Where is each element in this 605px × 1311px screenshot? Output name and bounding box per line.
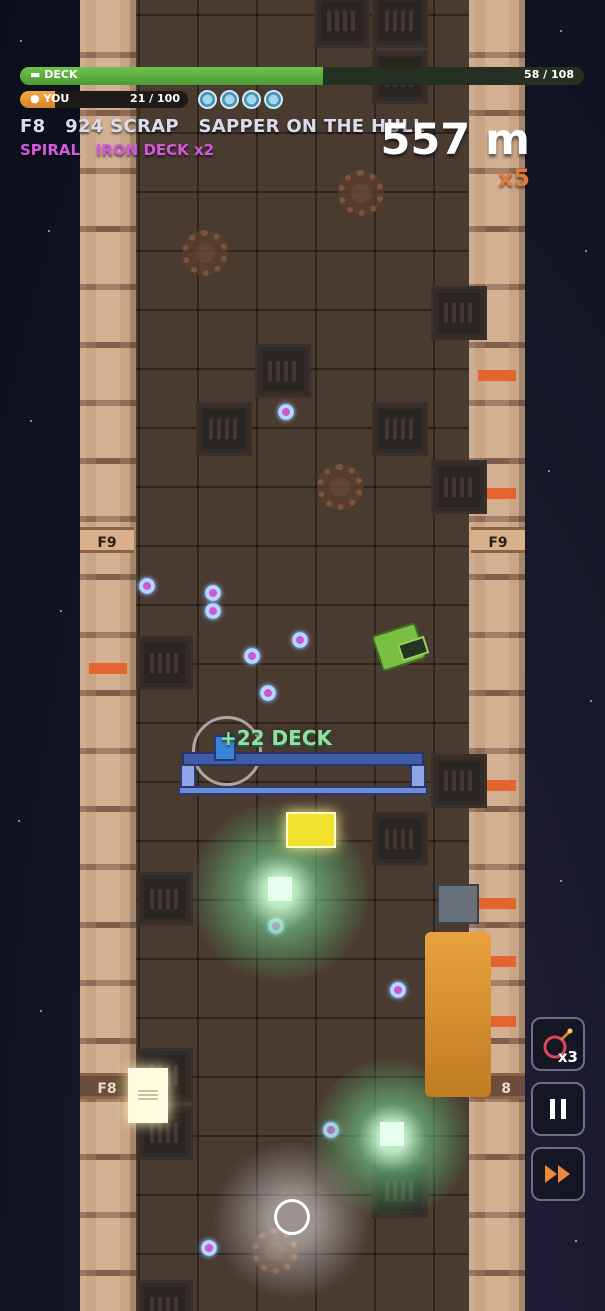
hull-panel	[255, 344, 311, 398]
scrap-orb	[204, 602, 222, 620]
shield-pip-icon	[220, 90, 239, 109]
scrap-orb	[138, 577, 156, 595]
hull-panel	[372, 0, 428, 48]
pause-icon	[550, 1099, 566, 1119]
hull-panel	[137, 872, 193, 926]
distance-readout: 557 m	[380, 115, 530, 165]
score-multiplier: x5	[497, 164, 530, 192]
hull-panel	[372, 812, 428, 866]
shield-pip-icon	[198, 90, 217, 109]
power-cell	[286, 812, 336, 848]
player-health-bar: ● YOU 21 / 100	[20, 91, 188, 108]
shield-pip-icon	[264, 90, 283, 109]
modifier-iron-deck: IRON DECK x2	[95, 141, 215, 159]
you-value: 21 / 100	[130, 92, 180, 105]
target-reticle	[274, 1199, 310, 1235]
bomb-count: x3	[557, 1048, 578, 1066]
shield-pip-icon	[242, 90, 261, 109]
scrap-orb	[277, 403, 295, 421]
gear-icon	[317, 464, 363, 510]
gear-icon	[182, 230, 228, 276]
scrap-orb	[259, 684, 277, 702]
floor-indicator: F8	[20, 116, 46, 137]
energy-core	[268, 877, 292, 901]
scrap-orb	[389, 981, 407, 999]
hull-panel	[431, 460, 487, 514]
bomb-button[interactable]: x3	[531, 1017, 585, 1071]
sapper-enemy	[419, 880, 495, 1100]
rail-marker	[478, 370, 516, 381]
floor-tag-left: F9	[80, 527, 134, 553]
hull-panel	[372, 402, 428, 456]
hull-panel	[431, 754, 487, 808]
deck-icon: ▬	[30, 68, 41, 81]
right-rail	[469, 0, 525, 1311]
scrap-orb	[204, 584, 222, 602]
hull-panel	[314, 0, 370, 48]
energy-core	[380, 1122, 404, 1146]
deck-gain-popup: +22 DECK	[220, 726, 332, 750]
hull-panel	[196, 402, 252, 456]
fast-forward-icon	[545, 1165, 570, 1183]
scrap-orb	[291, 631, 309, 649]
modifier-spiral: SPIRAL	[20, 141, 81, 159]
hull-panel	[137, 636, 193, 690]
deck-label: ▬ DECK	[30, 68, 78, 81]
you-label: ● YOU	[30, 92, 70, 105]
pause-button[interactable]	[531, 1082, 585, 1136]
hull-panel	[431, 286, 487, 340]
run-status-line: F8 924 SCRAP SAPPER ON THE HULL	[20, 116, 425, 137]
modifiers-line: SPIRAL IRON DECK x2	[20, 141, 214, 159]
hull-panel	[137, 1280, 193, 1311]
deck-value: 58 / 108	[524, 68, 574, 81]
scrap-counter: 924 SCRAP	[65, 116, 179, 137]
scrap-orb	[243, 647, 261, 665]
rail-marker	[89, 663, 127, 674]
gear-icon	[338, 170, 384, 216]
person-icon: ●	[30, 92, 40, 105]
floor-tag-left: F8	[80, 1073, 134, 1099]
scrap-card	[128, 1068, 168, 1123]
floor-tag-right: F9	[471, 527, 525, 553]
deck-health-bar: ▬ DECK 58 / 108	[20, 67, 584, 85]
fast-forward-button[interactable]	[531, 1147, 585, 1201]
